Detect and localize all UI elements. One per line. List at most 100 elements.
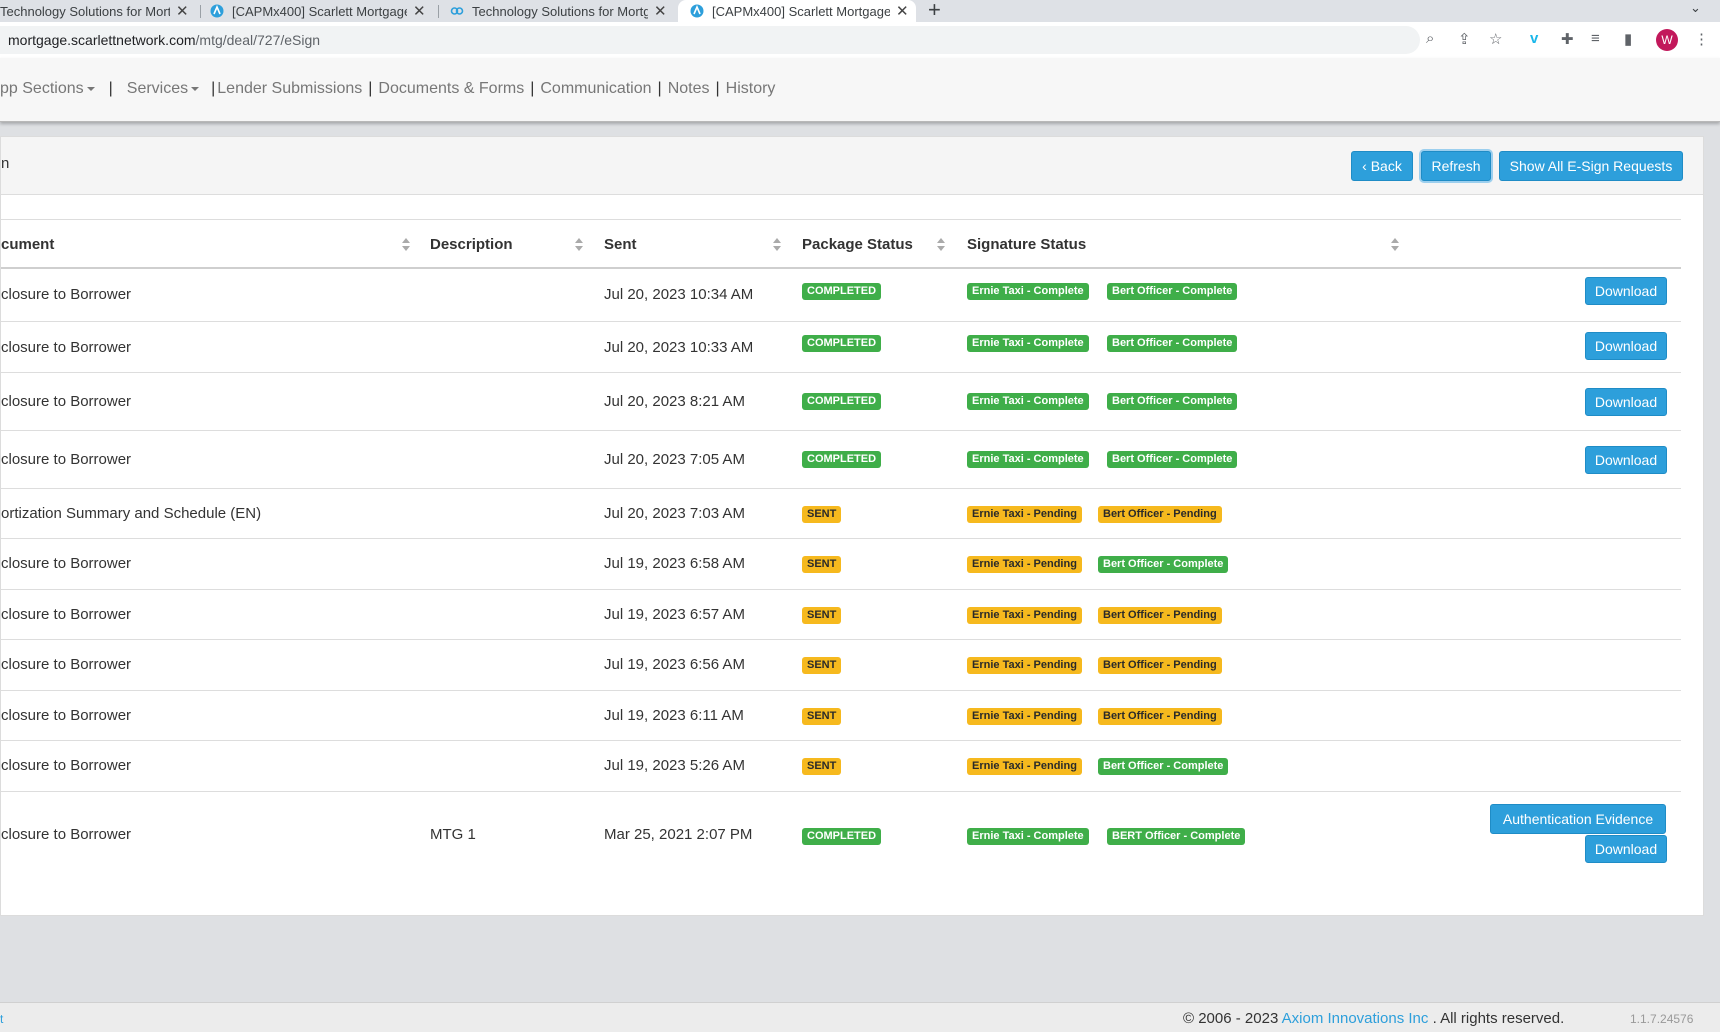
nav-links: pp Sections | Services | Lender Submissi…: [0, 80, 775, 98]
browser-tab-3[interactable]: Technology Solutions for Mortg ✕: [450, 0, 672, 22]
document-cell: ortization Summary and Schedule (EN): [1, 505, 262, 522]
document-cell: closure to Borrower: [1, 555, 132, 572]
authentication-evidence-button[interactable]: Authentication Evidence: [1490, 804, 1666, 834]
nav-separator: |: [211, 80, 216, 97]
col-header-description[interactable]: Description: [430, 236, 513, 253]
close-icon[interactable]: ✕: [413, 2, 426, 20]
sent-cell: Jul 20, 2023 8:21 AM: [604, 393, 745, 410]
sent-cell: Mar 25, 2021 2:07 PM: [604, 826, 753, 843]
sort-icon[interactable]: [772, 238, 782, 252]
sort-icon[interactable]: [936, 238, 946, 252]
table-row: closure to Borrower Jul 19, 2023 6:11 AM…: [1, 691, 1681, 741]
back-button[interactable]: ‹ Back: [1351, 151, 1413, 181]
browser-tab-1[interactable]: Technology Solutions for Mortg ✕: [0, 0, 200, 22]
sort-icon[interactable]: [1390, 238, 1400, 252]
browser-tab-4-active[interactable]: [CAPMx400] Scarlett Mortgage ✕: [678, 0, 916, 22]
download-button[interactable]: Download: [1585, 332, 1667, 360]
signature-status-badge: Ernie Taxi - Complete: [967, 393, 1089, 410]
media-queue-icon[interactable]: ≡: [1591, 30, 1600, 47]
bookmark-star-icon[interactable]: ☆: [1489, 30, 1502, 48]
package-status-badge: COMPLETED: [802, 335, 882, 352]
signature-status-badge: Bert Officer - Complete: [1107, 283, 1238, 300]
close-icon[interactable]: ✕: [896, 2, 909, 20]
zoom-icon[interactable]: ⌕: [1426, 30, 1434, 47]
page-footer: t © 2006 - 2023 Axiom Innovations Inc . …: [0, 1002, 1720, 1032]
browser-menu-icon[interactable]: ⋮: [1694, 30, 1709, 48]
scarlett-favicon-icon: [690, 4, 704, 18]
tab-title: [CAPMx400] Scarlett Mortgage: [232, 3, 407, 19]
document-cell: closure to Borrower: [1, 393, 132, 410]
download-button[interactable]: Download: [1585, 277, 1667, 305]
signature-status-badge: Ernie Taxi - Complete: [967, 283, 1089, 300]
close-icon[interactable]: ✕: [176, 2, 189, 20]
side-panel-icon[interactable]: ▮: [1624, 30, 1632, 48]
tab-title: Technology Solutions for Mortg: [472, 3, 648, 19]
url-text[interactable]: mortgage.scarlettnetwork.com/mtg/deal/72…: [8, 32, 320, 48]
copyright-years: © 2006 - 2023: [1183, 1010, 1279, 1027]
new-tab-icon[interactable]: +: [928, 0, 941, 23]
sent-cell: Jul 19, 2023 6:57 AM: [604, 606, 745, 623]
package-status-badge: SENT: [802, 657, 842, 674]
table-row: ortization Summary and Schedule (EN) Jul…: [1, 489, 1681, 539]
nav-documents-forms[interactable]: Documents & Forms: [378, 80, 524, 98]
nav-separator: |: [108, 80, 113, 97]
package-status-badge: SENT: [802, 506, 842, 523]
sort-icon[interactable]: [574, 238, 584, 252]
table-row: closure to Borrower Jul 20, 2023 10:33 A…: [1, 322, 1681, 373]
table-header: cument Description Sent Package Status S…: [1, 219, 1681, 269]
signature-status-badge: Ernie Taxi - Pending: [967, 657, 1082, 674]
url-path: /mtg/deal/727/eSign: [195, 32, 321, 48]
signature-status-badge: Bert Officer - Pending: [1098, 607, 1222, 624]
version-label: 1.1.7.24576: [1630, 1012, 1694, 1026]
show-all-esign-requests-button[interactable]: Show All E-Sign Requests: [1499, 151, 1683, 181]
nav-communication[interactable]: Communication: [540, 80, 651, 98]
browser-toolbar: mortgage.scarlettnetwork.com/mtg/deal/72…: [0, 22, 1720, 58]
sent-cell: Jul 20, 2023 7:05 AM: [604, 451, 745, 468]
document-cell: closure to Borrower: [1, 451, 132, 468]
refresh-button[interactable]: Refresh: [1421, 151, 1491, 181]
table-row: closure to Borrower MTG 1 Mar 25, 2021 2…: [1, 792, 1681, 882]
table-row: closure to Borrower Jul 19, 2023 6:57 AM…: [1, 590, 1681, 640]
profile-avatar[interactable]: W: [1656, 29, 1678, 51]
browser-tab-2[interactable]: [CAPMx400] Scarlett Mortgage ✕: [210, 0, 435, 22]
tab-title: Technology Solutions for Mortg: [0, 3, 170, 19]
signature-status-badge: Ernie Taxi - Pending: [967, 556, 1082, 573]
download-button[interactable]: Download: [1585, 388, 1667, 416]
browser-tabstrip: Technology Solutions for Mortg ✕ [CAPMx4…: [0, 0, 1720, 22]
download-button[interactable]: Download: [1585, 835, 1667, 863]
footer-left-link[interactable]: t: [0, 1012, 3, 1026]
nav-lender-submissions[interactable]: Lender Submissions: [217, 80, 362, 98]
package-status-badge: COMPLETED: [802, 828, 882, 845]
download-button[interactable]: Download: [1585, 446, 1667, 474]
close-icon[interactable]: ✕: [654, 2, 667, 20]
vimeo-extension-icon[interactable]: v: [1530, 30, 1538, 47]
panel-title: n: [1, 155, 10, 172]
tab-title: [CAPMx400] Scarlett Mortgage: [712, 3, 890, 19]
sent-cell: Jul 20, 2023 10:34 AM: [604, 286, 754, 303]
document-cell: closure to Borrower: [1, 286, 132, 303]
address-bar[interactable]: mortgage.scarlettnetwork.com/mtg/deal/72…: [0, 26, 1420, 54]
scarlett-favicon-icon: [210, 4, 224, 18]
col-header-signature-status[interactable]: Signature Status: [967, 236, 1086, 253]
col-header-package-status[interactable]: Package Status: [802, 236, 913, 253]
esign-panel: n ‹ Back Refresh Show All E-Sign Request…: [0, 136, 1704, 916]
company-link[interactable]: Axiom Innovations Inc: [1282, 1010, 1429, 1027]
share-icon[interactable]: ⇪: [1458, 30, 1471, 48]
nav-history[interactable]: History: [726, 80, 776, 98]
nav-separator: |: [530, 80, 535, 97]
document-cell: closure to Borrower: [1, 757, 132, 774]
nav-app-sections-dropdown[interactable]: pp Sections: [0, 80, 95, 98]
col-header-sent[interactable]: Sent: [604, 236, 637, 253]
signature-status-badge: BERT Officer - Complete: [1107, 828, 1246, 845]
url-host: mortgage.scarlettnetwork.com: [8, 32, 196, 48]
extensions-puzzle-icon[interactable]: ✚: [1561, 30, 1574, 48]
package-status-badge: SENT: [802, 556, 842, 573]
document-cell: closure to Borrower: [1, 826, 132, 843]
col-header-document[interactable]: cument: [1, 236, 54, 253]
signature-status-badge: Bert Officer - Complete: [1107, 335, 1238, 352]
nav-services-dropdown[interactable]: Services: [127, 80, 200, 98]
tab-search-chevron-icon[interactable]: ⌄: [1690, 0, 1701, 16]
nav-notes[interactable]: Notes: [668, 80, 710, 98]
sort-icon[interactable]: [401, 238, 411, 252]
tab-separator: [200, 5, 201, 18]
